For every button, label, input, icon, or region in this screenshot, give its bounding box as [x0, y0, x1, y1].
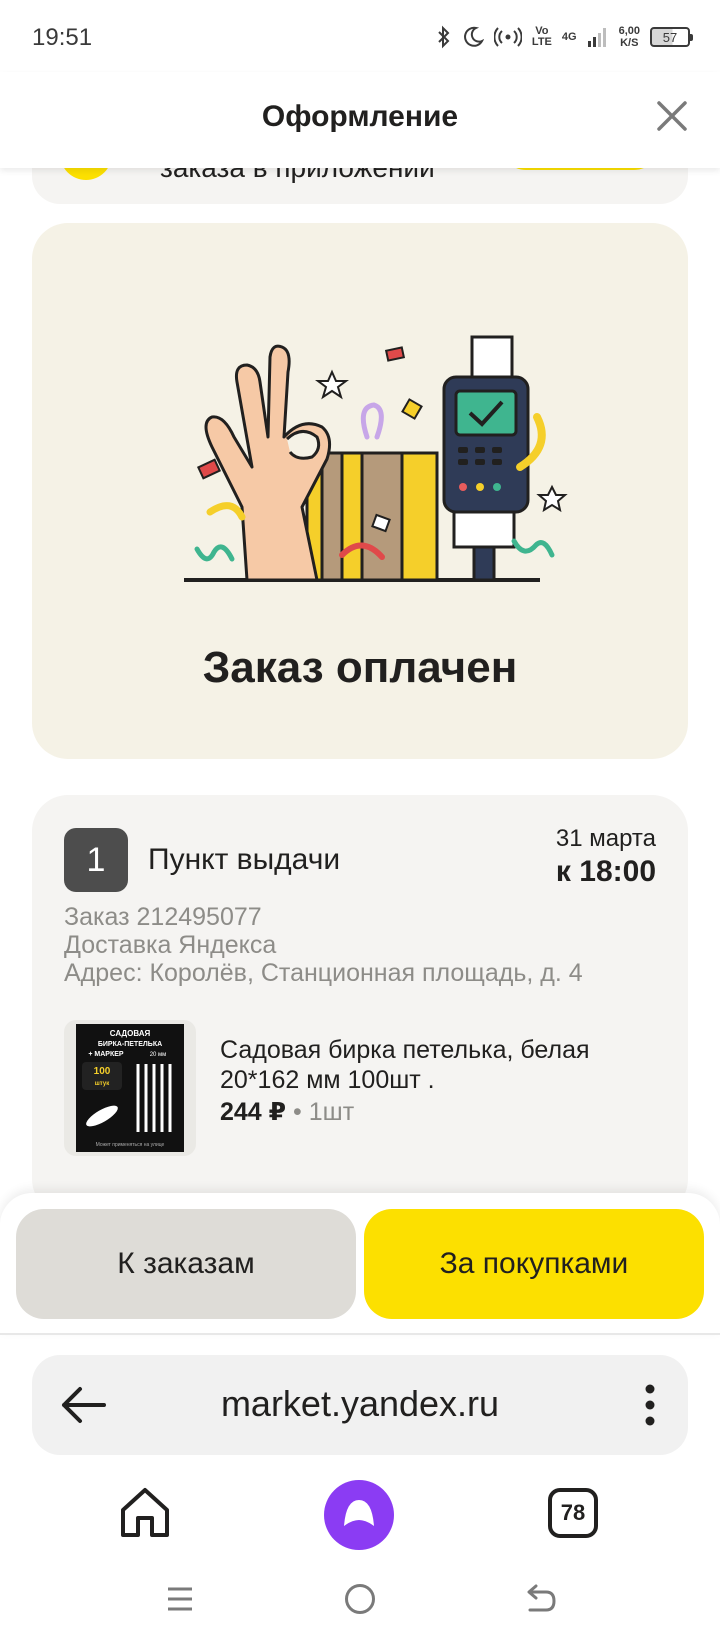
svg-text:БИРКА-ПЕТЕЛЬКА: БИРКА-ПЕТЕЛЬКА: [98, 1041, 162, 1048]
delivery-date: 31 марта: [555, 825, 656, 852]
product-price: 244 ₽: [220, 1098, 287, 1126]
speed-value: 6,00: [618, 25, 640, 37]
url-text[interactable]: market.yandex.ru: [32, 1383, 688, 1425]
close-icon: [657, 101, 687, 131]
payment-success-title: Заказ оплачен: [202, 643, 518, 692]
status-bar: 19:51 Vo LTE 4G 6,00 K/S 57: [0, 0, 720, 72]
moon-icon: [464, 26, 484, 47]
banner-text: заказа в приложении: [160, 168, 435, 184]
pickup-point-label: Пункт выдачи: [148, 843, 341, 876]
to-orders-button[interactable]: К заказам: [16, 1209, 356, 1319]
home-icon[interactable]: [118, 1486, 172, 1540]
svg-text:САДОВАЯ: САДОВАЯ: [110, 1029, 151, 1038]
svg-text:20 мм: 20 мм: [150, 1052, 167, 1058]
order-details: Заказ 212495077 Доставка Яндекса Адрес: …: [64, 903, 583, 987]
product-quantity: 1шт: [308, 1098, 355, 1126]
volte-bottom: LTE: [531, 36, 552, 48]
tabs-counter-button[interactable]: 78: [548, 1488, 598, 1538]
speed-unit: K/S: [620, 37, 639, 49]
svg-text:Может применяться на улице: Может применяться на улице: [96, 1142, 165, 1148]
product-name[interactable]: Садовая бирка петелька, белая 20*162 мм …: [220, 1035, 640, 1095]
product-price-line: 244 ₽ • 1шт: [220, 1097, 354, 1127]
svg-text:штук: штук: [95, 1081, 109, 1087]
battery-level: 57: [662, 29, 678, 45]
order-number: Заказ 212495077: [64, 903, 262, 931]
delivery-provider: Доставка Яндекса: [64, 931, 277, 959]
volte-indicator: Vo LTE: [532, 26, 552, 48]
checkout-action-bar: К заказам За покупками: [0, 1193, 720, 1335]
signal-icon: [587, 28, 606, 47]
system-navigation-bar: [0, 1560, 720, 1640]
checkout-content[interactable]: заказа в приложении: [0, 168, 720, 1193]
banner-action-button[interactable]: [500, 168, 660, 170]
page-title: Оформление: [261, 100, 459, 133]
qty-separator: •: [293, 1098, 302, 1126]
status-time: 19:51: [32, 24, 93, 51]
continue-shopping-button[interactable]: За покупками: [364, 1209, 704, 1319]
alice-icon: [344, 1500, 374, 1526]
svg-text:100: 100: [94, 1066, 111, 1077]
bluetooth-icon: [438, 25, 450, 49]
more-menu-icon[interactable]: [640, 1381, 660, 1429]
payment-success-illustration: [184, 335, 568, 582]
order-card[interactable]: 1 Пункт выдачи 31 марта к 18:00 Заказ 21…: [32, 795, 688, 1193]
browser-address-bar[interactable]: market.yandex.ru: [32, 1355, 688, 1455]
network-type: 4G: [561, 30, 577, 43]
alice-assistant-button[interactable]: [324, 1480, 394, 1550]
close-button[interactable]: [650, 94, 694, 138]
market-logo-icon: [64, 168, 108, 180]
browser-bottom-nav: 78: [0, 1470, 720, 1560]
status-icons: Vo LTE 4G 6,00 K/S 57: [436, 22, 693, 52]
system-back-icon[interactable]: [524, 1584, 556, 1614]
recent-apps-icon[interactable]: [166, 1586, 194, 1612]
payment-success-card: Заказ оплачен: [32, 223, 688, 759]
hotspot-icon: [493, 27, 522, 47]
delivery-time: к 18:00: [555, 855, 656, 888]
battery-icon: 57: [650, 27, 693, 47]
svg-text:+ МАРКЕР: + МАРКЕР: [88, 1051, 124, 1058]
product-package-image: САДОВАЯ БИРКА-ПЕТЕЛЬКА + МАРКЕР 20 мм 10…: [76, 1024, 184, 1152]
checkout-header: Оформление: [0, 72, 720, 168]
product-image[interactable]: САДОВАЯ БИРКА-ПЕТЕЛЬКА + МАРКЕР 20 мм 10…: [64, 1020, 196, 1156]
system-home-icon[interactable]: [345, 1584, 375, 1614]
app-promo-banner[interactable]: заказа в приложении: [32, 168, 688, 204]
shipment-number-badge: 1: [64, 828, 128, 892]
pickup-address: Адрес: Королёв, Станционная площадь, д. …: [64, 959, 583, 987]
network-speed: 6,00 K/S: [619, 25, 640, 49]
